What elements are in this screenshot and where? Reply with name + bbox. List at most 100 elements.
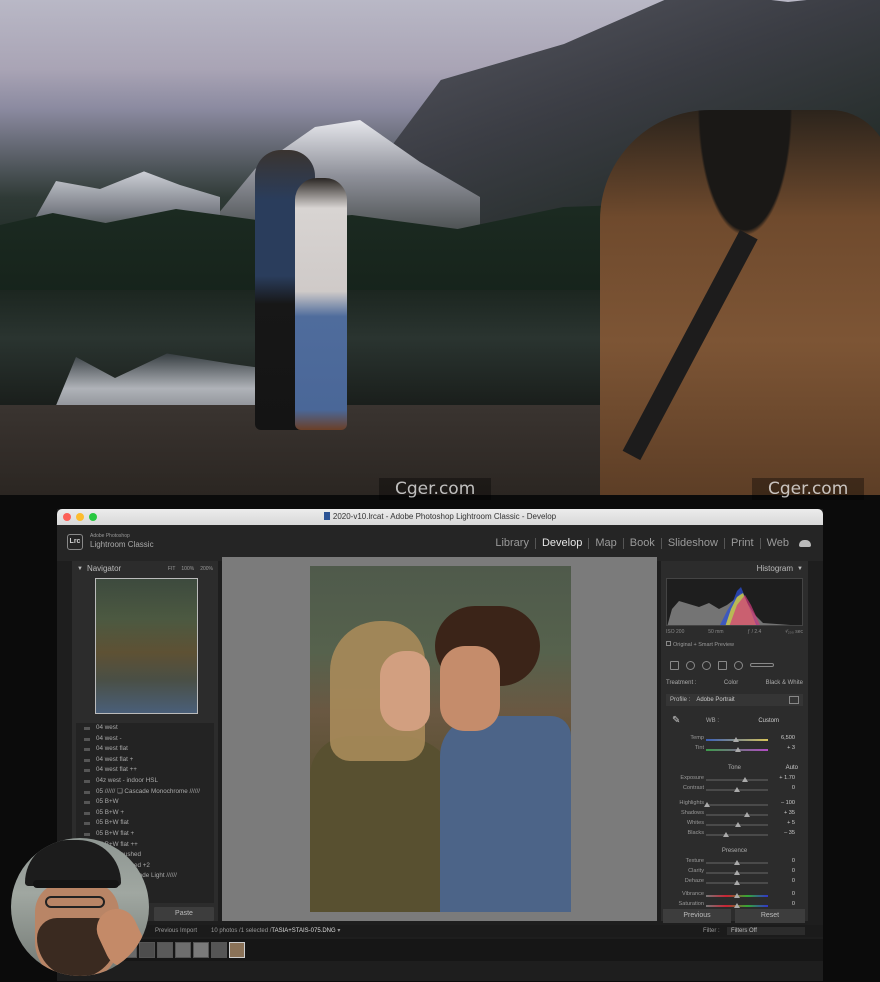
slider-track[interactable] (706, 787, 768, 792)
slider-tint[interactable]: Tint + 3 (666, 744, 803, 754)
slider-track[interactable] (706, 880, 768, 885)
module-library[interactable]: Library (489, 538, 536, 549)
treatment-bw[interactable]: Black & White (766, 680, 803, 686)
profile-value[interactable]: Adobe Portrait (696, 697, 734, 703)
slider-whites[interactable]: Whites + 5 (666, 819, 803, 829)
graduated-filter-icon[interactable] (718, 660, 727, 670)
preset-item[interactable]: 04z west - indoor HSL (76, 776, 214, 787)
slider-track[interactable] (706, 860, 768, 865)
slider-vibrance[interactable]: Vibrance 0 (666, 890, 803, 900)
wb-value[interactable]: Custom (758, 718, 779, 724)
slider-shadows[interactable]: Shadows + 35 (666, 809, 803, 819)
slider-temp[interactable]: Temp 6,500 (666, 734, 803, 744)
slider-dehaze[interactable]: Dehaze 0 (666, 877, 803, 887)
zoom-200[interactable]: 200% (200, 566, 213, 572)
profile-browser-icon[interactable] (789, 696, 799, 704)
histogram-header[interactable]: Histogram ▼ (661, 561, 808, 576)
slider-track[interactable] (706, 822, 768, 827)
module-develop[interactable]: Develop (536, 538, 590, 549)
slider-track[interactable] (706, 893, 768, 898)
slider-knob[interactable] (743, 812, 750, 817)
slider-value[interactable]: – 100 (781, 800, 795, 806)
module-print[interactable]: Print (725, 538, 761, 549)
slider-blacks[interactable]: Blacks – 35 (666, 829, 803, 839)
collapse-triangle-icon[interactable]: ▼ (77, 566, 83, 572)
preset-item[interactable]: 04 west (76, 723, 214, 734)
slider-knob[interactable] (734, 893, 740, 898)
treatment-color[interactable]: Color (724, 680, 738, 686)
radial-filter-icon[interactable] (734, 660, 743, 670)
checkbox-icon[interactable] (666, 641, 671, 646)
spot-removal-icon[interactable] (686, 660, 695, 670)
close-button[interactable] (63, 513, 71, 521)
collapse-triangle-icon[interactable]: ▼ (797, 566, 803, 572)
slider-contrast[interactable]: Contrast 0 (666, 784, 803, 794)
slider-value[interactable]: + 35 (784, 810, 795, 816)
preset-item[interactable]: 04 west flat + (76, 755, 214, 766)
slider-track[interactable] (704, 802, 768, 807)
slider-value[interactable]: 0 (792, 785, 795, 791)
module-slideshow[interactable]: Slideshow (662, 538, 725, 549)
slider-knob[interactable] (732, 737, 739, 742)
slider-track[interactable] (706, 737, 768, 742)
minimize-button[interactable] (76, 513, 84, 521)
slider-exposure[interactable]: Exposure + 1.70 (666, 774, 803, 784)
navigator-preview[interactable] (95, 578, 198, 714)
slider-knob[interactable] (734, 747, 741, 752)
source-label[interactable]: Previous Import (155, 925, 197, 937)
reset-button[interactable]: Reset (735, 909, 805, 923)
module-web[interactable]: Web (761, 538, 795, 549)
preset-item[interactable]: 05 B+W + (76, 808, 214, 819)
previous-button[interactable]: Previous (663, 909, 731, 923)
slider-knob[interactable] (735, 822, 742, 827)
slider-knob[interactable] (734, 903, 740, 908)
smart-preview-status[interactable]: Original + Smart Preview (666, 641, 734, 648)
slider-knob[interactable] (734, 870, 740, 875)
slider-value[interactable]: 0 (792, 901, 795, 907)
module-book[interactable]: Book (624, 538, 662, 549)
slider-texture[interactable]: Texture 0 (666, 857, 803, 867)
paste-button[interactable]: Paste (154, 907, 214, 921)
preset-item[interactable]: 05 B+W (76, 797, 214, 808)
slider-track[interactable] (706, 812, 768, 817)
slider-value[interactable]: + 5 (787, 820, 795, 826)
zoom-100[interactable]: 100% (181, 566, 194, 572)
slider-value[interactable]: + 3 (787, 745, 795, 751)
slider-value[interactable]: – 35 (784, 830, 795, 836)
slider-knob[interactable] (742, 777, 749, 782)
slider-knob[interactable] (723, 832, 730, 837)
slider-track[interactable] (706, 747, 768, 752)
crop-icon[interactable] (670, 660, 679, 670)
filmstrip-thumb[interactable] (157, 942, 173, 958)
slider-track[interactable] (706, 903, 768, 908)
slider-highlights[interactable]: Highlights – 100 (666, 799, 803, 809)
histogram[interactable] (666, 578, 803, 626)
module-map[interactable]: Map (589, 538, 624, 549)
zoom-fit[interactable]: FIT (168, 566, 176, 572)
preset-item[interactable]: 04 west - (76, 734, 214, 745)
image-canvas[interactable] (222, 557, 657, 921)
preset-item[interactable]: 05 B+W flat + (76, 829, 214, 840)
preset-item[interactable]: 04 west flat ++ (76, 765, 214, 776)
slider-track[interactable] (706, 777, 768, 782)
slider-value[interactable]: + 1.70 (779, 775, 795, 781)
cloud-icon[interactable] (799, 540, 811, 547)
slider-value[interactable]: 0 (792, 868, 795, 874)
zoom-button[interactable] (89, 513, 97, 521)
navigator-header[interactable]: ▼ Navigator FIT 100% 200% (72, 561, 218, 576)
preset-item[interactable]: 05 ////// ❏ Cascade Monochrome ////// (76, 787, 214, 798)
slider-value[interactable]: 0 (792, 858, 795, 864)
slider-clarity[interactable]: Clarity 0 (666, 867, 803, 877)
red-eye-icon[interactable] (702, 660, 711, 670)
preset-item[interactable]: 05 B+W flat (76, 818, 214, 829)
filmstrip-thumb[interactable] (211, 942, 227, 958)
eyedropper-icon[interactable]: ✎ (672, 715, 686, 727)
filmstrip-thumb-selected[interactable] (229, 942, 245, 958)
slider-knob[interactable] (734, 860, 740, 865)
profile-row[interactable]: Profile : Adobe Portrait (666, 694, 803, 706)
filter-select[interactable]: Filters Off (727, 927, 805, 935)
slider-knob[interactable] (734, 880, 740, 885)
slider-track[interactable] (706, 870, 768, 875)
slider-value[interactable]: 6,500 (781, 735, 795, 741)
auto-tone-button[interactable]: Auto (786, 765, 798, 771)
